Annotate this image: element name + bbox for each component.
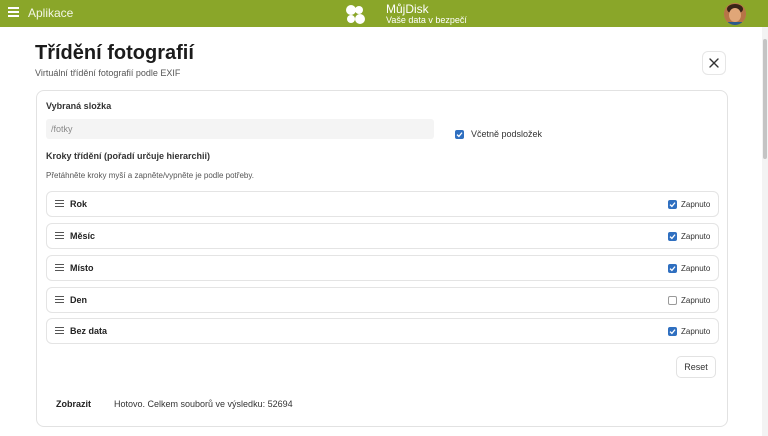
sort-step-month[interactable]: Měsíc Zapnuto <box>46 223 719 249</box>
sort-step-place[interactable]: Místo Zapnuto <box>46 255 719 281</box>
step-toggle[interactable]: Zapnuto <box>668 296 710 305</box>
folder-input[interactable] <box>46 119 434 139</box>
drag-handle-icon[interactable] <box>55 200 64 208</box>
checkbox-checked-icon[interactable] <box>668 327 677 336</box>
show-button[interactable]: Zobrazit <box>56 399 91 409</box>
close-icon <box>709 58 719 68</box>
step-name: Místo <box>70 263 94 273</box>
hamburger-menu-icon[interactable] <box>8 7 19 19</box>
sorting-card: Vybraná složka Včetně podsložek Kroky tř… <box>36 90 728 427</box>
step-name: Bez data <box>70 326 108 336</box>
step-toggle-label: Zapnuto <box>681 327 711 336</box>
result-status: Hotovo. Celkem souborů ve výsledku: 5269… <box>114 399 293 409</box>
step-toggle-label: Zapnuto <box>681 232 711 241</box>
include-subfolders-label: Včetně podsložek <box>471 129 543 139</box>
page-subtitle: Virtuální třídění fotografií podle EXIF <box>35 68 181 78</box>
brand-logo-icon <box>346 5 365 24</box>
checkbox-checked-icon[interactable] <box>668 200 677 209</box>
step-name: Rok <box>70 199 88 209</box>
sort-step-day[interactable]: Den Zapnuto <box>46 287 719 313</box>
reset-button[interactable]: Reset <box>676 356 716 378</box>
folder-label: Vybraná složka <box>46 101 112 111</box>
sort-step-year[interactable]: Rok Zapnuto <box>46 191 719 217</box>
page-scrollbar[interactable] <box>762 27 768 436</box>
apps-menu-label[interactable]: Aplikace <box>28 6 73 20</box>
drag-handle-icon[interactable] <box>55 296 64 304</box>
checkbox-checked-icon[interactable] <box>455 129 464 139</box>
step-toggle-label: Zapnuto <box>681 200 711 209</box>
scrollbar-thumb[interactable] <box>763 39 767 159</box>
drag-handle-icon[interactable] <box>55 327 64 335</box>
checkbox-checked-icon[interactable] <box>668 264 677 273</box>
include-subfolders-checkbox[interactable]: Včetně podsložek <box>455 129 542 139</box>
step-toggle[interactable]: Zapnuto <box>668 232 710 241</box>
user-avatar[interactable] <box>724 3 746 25</box>
steps-label: Kroky třídění (pořadí určuje hierarchii) <box>46 151 211 161</box>
step-name: Den <box>70 295 88 305</box>
close-button[interactable] <box>702 51 726 75</box>
step-toggle[interactable]: Zapnuto <box>668 327 710 336</box>
page-title: Třídění fotografií <box>35 42 194 64</box>
step-toggle-label: Zapnuto <box>681 264 711 273</box>
steps-hint: Přetáhněte kroky myší a zapněte/vypněte … <box>46 171 254 180</box>
sort-step-no-date[interactable]: Bez data Zapnuto <box>46 318 719 344</box>
step-toggle[interactable]: Zapnuto <box>668 264 710 273</box>
avatar-image <box>724 3 746 25</box>
checkbox-checked-icon[interactable] <box>668 232 677 241</box>
step-toggle[interactable]: Zapnuto <box>668 200 710 209</box>
drag-handle-icon[interactable] <box>55 264 64 272</box>
checkbox-unchecked-icon[interactable] <box>668 296 677 305</box>
top-bar: Aplikace MůjDisk Vaše data v bezpečí <box>0 0 768 27</box>
brand-tagline: Vaše data v bezpečí <box>386 15 467 25</box>
drag-handle-icon[interactable] <box>55 232 64 240</box>
step-name: Měsíc <box>70 231 96 241</box>
step-toggle-label: Zapnuto <box>681 296 711 305</box>
brand-name: MůjDisk <box>386 2 429 16</box>
